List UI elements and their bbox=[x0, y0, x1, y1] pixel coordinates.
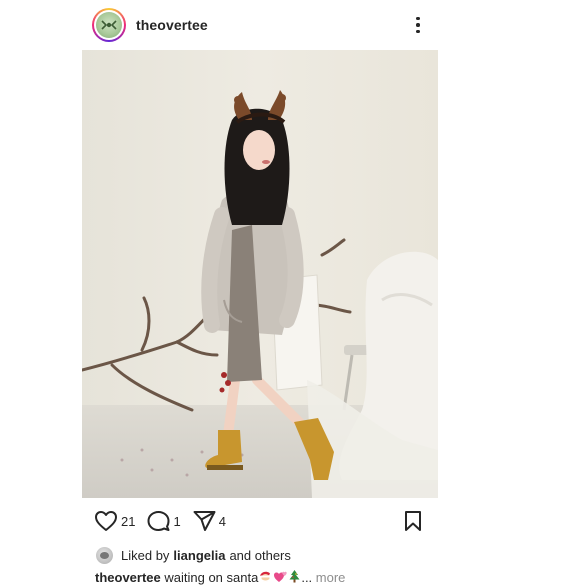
caption-more-link[interactable]: more bbox=[316, 570, 346, 585]
post-caption: theovertee waiting on santa ... more bbox=[95, 569, 345, 587]
more-options-button[interactable] bbox=[408, 14, 428, 36]
caption-ellipsis: ... bbox=[301, 570, 313, 585]
two-hearts-emoji bbox=[273, 569, 288, 587]
likes-suffix[interactable]: and others bbox=[229, 548, 290, 563]
more-dot-icon bbox=[416, 16, 420, 21]
like-count: 21 bbox=[121, 513, 136, 529]
share-count: 4 bbox=[218, 513, 226, 529]
profile-avatar[interactable] bbox=[92, 8, 126, 42]
santa-emoji bbox=[258, 569, 273, 587]
comment-button[interactable]: 1 bbox=[147, 510, 181, 532]
post-action-bar: 21 1 4 bbox=[94, 508, 428, 534]
share-button[interactable]: 4 bbox=[193, 510, 226, 532]
christmas-tree-emoji bbox=[288, 569, 301, 587]
likes-summary: Liked by liangelia and others bbox=[96, 545, 291, 565]
bookmark-icon bbox=[405, 511, 421, 531]
paper-plane-icon bbox=[193, 511, 216, 531]
more-dot-icon bbox=[416, 23, 420, 27]
post-header: theovertee bbox=[92, 6, 438, 44]
save-button[interactable] bbox=[404, 510, 422, 537]
post-username[interactable]: theovertee bbox=[136, 17, 208, 33]
caption-username[interactable]: theovertee bbox=[95, 570, 161, 585]
likes-prefix: Liked by bbox=[121, 547, 170, 563]
heart-icon bbox=[95, 511, 117, 531]
avatar-logo-icon bbox=[96, 12, 122, 38]
more-dot-icon bbox=[416, 29, 420, 34]
liker-username[interactable]: liangelia bbox=[173, 548, 225, 563]
liker-avatar[interactable] bbox=[96, 546, 113, 564]
post-photo[interactable] bbox=[82, 50, 438, 498]
like-button[interactable]: 21 bbox=[94, 510, 135, 532]
comment-count: 1 bbox=[173, 513, 181, 529]
comment-icon bbox=[147, 511, 170, 531]
caption-text: waiting on santa bbox=[164, 570, 259, 585]
